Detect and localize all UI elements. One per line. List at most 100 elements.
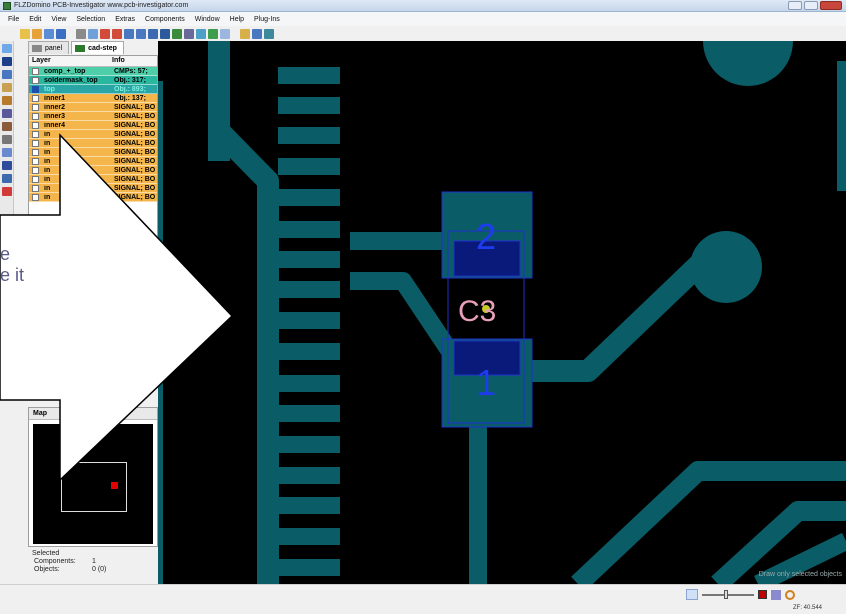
net-icon[interactable] xyxy=(2,148,12,157)
layer-row[interactable]: in SIGNAL; BO xyxy=(29,148,157,157)
zoom-slider-thumb[interactable] xyxy=(724,589,728,599)
color-icon[interactable] xyxy=(758,590,767,599)
zoom-slider[interactable] xyxy=(702,589,754,599)
menu-plugins[interactable]: Plug-Ins xyxy=(254,16,280,23)
layer-row[interactable]: in SIGNAL; BO xyxy=(29,166,157,175)
menu-selection[interactable]: Selection xyxy=(76,16,105,23)
finger-pad xyxy=(278,467,340,484)
layer-row[interactable]: in SIGNAL; BO xyxy=(29,184,157,193)
layer-name: in xyxy=(44,175,51,183)
undo-icon[interactable] xyxy=(100,28,110,39)
layer-checkbox[interactable] xyxy=(32,67,39,75)
layer-info: SIGNAL; BO xyxy=(114,103,156,111)
grid-tool-icon[interactable] xyxy=(2,174,12,183)
menu-extras[interactable]: Extras xyxy=(115,16,135,23)
layer-row[interactable]: inner4 SIGNAL; BO xyxy=(29,121,157,130)
drill-icon[interactable] xyxy=(2,135,12,144)
layer-checkbox[interactable] xyxy=(32,130,39,138)
info-icon[interactable] xyxy=(264,28,274,39)
tab-cad-step[interactable]: cad-step xyxy=(71,41,124,54)
layer-checkbox[interactable] xyxy=(32,166,39,174)
save-icon[interactable] xyxy=(56,28,66,39)
layer-row[interactable]: soldermask_top Obj.: 317; xyxy=(29,76,157,85)
objects-value: 0 (0) xyxy=(92,566,107,573)
finger-pad xyxy=(278,281,340,298)
minimize-button[interactable] xyxy=(788,1,802,10)
menu-file[interactable]: File xyxy=(8,16,19,23)
layer-row[interactable]: in SIGNAL; BO xyxy=(29,193,157,202)
zoom-tool-icon[interactable] xyxy=(686,589,698,600)
menu-components[interactable]: Components xyxy=(145,16,185,23)
layer-checkbox[interactable] xyxy=(32,121,39,129)
pointer-icon[interactable] xyxy=(2,57,12,66)
layer-checkbox[interactable] xyxy=(32,139,39,147)
line-icon[interactable] xyxy=(2,161,12,170)
maximize-button[interactable] xyxy=(804,1,818,10)
new-icon[interactable] xyxy=(20,28,30,39)
menu-view[interactable]: View xyxy=(51,16,66,23)
zoom-all-icon[interactable] xyxy=(160,28,170,39)
refresh-icon[interactable] xyxy=(220,28,230,39)
callout-line-1: e xyxy=(0,244,11,264)
layer-checkbox[interactable] xyxy=(32,85,39,93)
view-marker[interactable] xyxy=(111,482,118,489)
layer-stack-icon[interactable] xyxy=(2,109,12,118)
measure-tool-icon[interactable] xyxy=(2,96,12,105)
options-icon[interactable] xyxy=(785,589,795,600)
layer-checkbox[interactable] xyxy=(32,157,39,165)
menu-window[interactable]: Window xyxy=(195,16,220,23)
layer-checkbox[interactable] xyxy=(32,193,39,201)
select-arrow-icon[interactable] xyxy=(2,44,12,53)
copy-icon[interactable] xyxy=(88,28,98,39)
layer-row[interactable]: in SIGNAL; BO xyxy=(29,139,157,148)
pcb-canvas[interactable]: 2 1 C3 Draw only selected objects xyxy=(158,41,846,584)
grid-icon[interactable] xyxy=(196,28,206,39)
menu-edit[interactable]: Edit xyxy=(29,16,41,23)
components-value: 1 xyxy=(92,558,96,565)
brush-icon[interactable] xyxy=(771,589,781,600)
zoom-fit-icon[interactable] xyxy=(148,28,158,39)
hand-icon[interactable] xyxy=(2,83,12,92)
app-logo-icon xyxy=(3,2,11,10)
map-tab[interactable]: Map xyxy=(29,408,157,420)
layer-row[interactable]: inner1 Obj.: 137; xyxy=(29,94,157,103)
column-layer[interactable]: Layer xyxy=(29,56,109,66)
column-info[interactable]: Info xyxy=(109,56,128,66)
layer-row[interactable]: in SIGNAL; BO xyxy=(29,175,157,184)
layer-row[interactable]: in SIGNAL; BO xyxy=(29,157,157,166)
menu-help[interactable]: Help xyxy=(230,16,244,23)
layer-row[interactable]: inner3 SIGNAL; BO xyxy=(29,112,157,121)
finger-pad xyxy=(278,221,340,238)
component-icon[interactable] xyxy=(2,122,12,131)
layer-checkbox[interactable] xyxy=(32,175,39,183)
zoom-out-icon[interactable] xyxy=(136,28,146,39)
layer-info: CMPs: 57; xyxy=(114,67,148,75)
layer-checkbox[interactable] xyxy=(32,103,39,111)
layer-checkbox[interactable] xyxy=(32,148,39,156)
selected-title: Selected xyxy=(32,550,60,557)
import-icon[interactable] xyxy=(44,28,54,39)
route-icon[interactable] xyxy=(2,70,12,79)
layer-checkbox[interactable] xyxy=(32,76,39,84)
close-button[interactable] xyxy=(820,1,842,10)
map-view[interactable] xyxy=(33,424,153,544)
measure-icon[interactable] xyxy=(184,28,194,39)
settings-icon[interactable] xyxy=(252,28,262,39)
open-folder-icon[interactable] xyxy=(32,28,42,39)
layer-row[interactable]: inner2 SIGNAL; BO xyxy=(29,103,157,112)
layer-checkbox[interactable] xyxy=(32,94,39,102)
layer-icon[interactable] xyxy=(172,28,182,39)
delete-icon[interactable] xyxy=(2,187,12,196)
layer-checkbox[interactable] xyxy=(32,112,39,120)
layer-row[interactable]: comp_+_top CMPs: 57; xyxy=(29,67,157,76)
zoom-in-icon[interactable] xyxy=(124,28,134,39)
print-icon[interactable] xyxy=(76,28,86,39)
connector-fingers xyxy=(278,67,340,576)
layer-row[interactable]: in SIGNAL; BO xyxy=(29,130,157,139)
layer-checkbox[interactable] xyxy=(32,184,39,192)
tab-panel[interactable]: panel xyxy=(28,41,70,54)
redo-icon[interactable] xyxy=(112,28,122,39)
layer-row[interactable]: top Obj.: 893; xyxy=(29,85,157,94)
export-icon[interactable] xyxy=(240,28,250,39)
report-icon[interactable] xyxy=(208,28,218,39)
